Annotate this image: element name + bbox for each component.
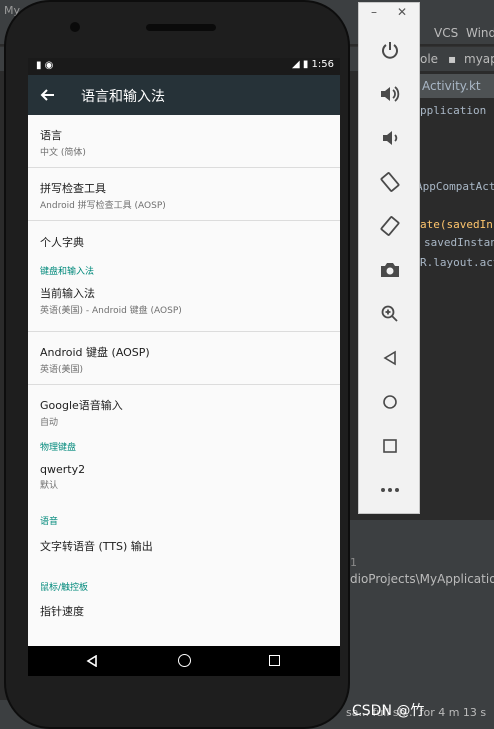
clock: 1:56: [311, 59, 334, 70]
notification-icons: ▮ ◉: [36, 60, 54, 71]
menu-vcs[interactable]: VCS: [434, 22, 458, 44]
power-icon: [382, 42, 398, 59]
front-camera: [70, 22, 80, 32]
settings-item-dictionary[interactable]: 个人字典: [28, 221, 340, 259]
nav-back-icon[interactable]: [86, 655, 98, 667]
item-title: 个人字典: [40, 236, 84, 249]
item-title: 语言: [40, 129, 62, 142]
item-summary: 英语(美国) - Android 键盘 (AOSP): [40, 306, 182, 316]
editor-tab-label: Activity.kt: [422, 79, 481, 93]
item-title: Google语音输入: [40, 399, 123, 412]
item-title: 当前输入法: [40, 287, 95, 300]
code-line: AppCompatActiv: [416, 180, 494, 193]
item-title: qwerty2: [40, 463, 86, 476]
code-line: pplication: [420, 104, 487, 117]
settings-item-current-ime[interactable]: 当前输入法 英语(美国) - Android 键盘 (AOSP): [28, 279, 340, 332]
nav-crumb-module[interactable]: ole: [420, 47, 438, 71]
power-button[interactable]: [375, 35, 405, 65]
app-bar: 语言和输入法: [28, 75, 340, 115]
phone-screen: ▮ ◉ ◢ ▮ 1:56 语言和输入法 语言 中文 (简体) 拼写检查工具 An…: [28, 58, 340, 676]
settings-item-qwerty2[interactable]: qwerty2 默认: [28, 455, 340, 509]
code-line: ate(savedInst: [420, 218, 494, 231]
emulator-toolbar: – ✕: [358, 2, 420, 514]
signal-icon: ◢: [291, 59, 300, 70]
earpiece: [146, 24, 216, 31]
section-header-speech: 语音: [40, 517, 59, 527]
item-summary: 自动: [40, 418, 59, 428]
volume-up-button[interactable]: [375, 79, 405, 109]
item-title: 拼写检查工具: [40, 182, 106, 195]
item-title: 文字转语音 (TTS) 输出: [40, 540, 153, 553]
section-header-keyboard: 键盘和输入法: [40, 267, 95, 277]
volume-down-icon: [383, 131, 398, 145]
section-header-mouse: 鼠标/触控板: [40, 583, 89, 593]
item-title: Android 键盘 (AOSP): [40, 346, 150, 359]
home-button[interactable]: [375, 387, 405, 417]
zoom-button[interactable]: [375, 299, 405, 329]
ellipsis-icon: [381, 488, 399, 492]
status-bar: ▮ ◉ ◢ ▮ 1:56: [28, 58, 340, 75]
battery-icon: ▮: [302, 59, 309, 70]
zoom-in-icon: [381, 305, 398, 322]
square-overview-icon: [383, 439, 397, 453]
more-options-button[interactable]: [375, 475, 405, 505]
camera-icon: [381, 263, 399, 277]
rotate-right-icon: [380, 216, 400, 236]
ide-bottom-panel: 1 dioProjects\MyApplication: [340, 520, 494, 700]
overview-button[interactable]: [375, 431, 405, 461]
item-summary: 默认: [40, 481, 59, 491]
nav-recents-icon[interactable]: [269, 655, 280, 666]
settings-item-spellcheck[interactable]: 拼写检查工具 Android 拼写检查工具 (AOSP): [28, 168, 340, 221]
circle-home-icon: [383, 395, 397, 409]
screenshot-button[interactable]: [375, 255, 405, 285]
folder-icon: ▪: [448, 52, 457, 66]
close-icon[interactable]: ✕: [397, 5, 407, 19]
settings-item-google-voice[interactable]: Google语音输入 自动: [28, 385, 340, 435]
section-header-physical-keyboard: 物理键盘: [40, 443, 77, 453]
rotate-right-button[interactable]: [375, 211, 405, 241]
watermark: CSDN @竹: [352, 703, 425, 719]
rotate-left-icon: [380, 172, 400, 192]
back-arrow-icon[interactable]: [38, 85, 58, 105]
settings-item-pointer-speed[interactable]: 指针速度: [28, 595, 340, 635]
settings-item-android-keyboard[interactable]: Android 键盘 (AOSP) 英语(美国): [28, 332, 340, 385]
nav-home-icon[interactable]: [178, 654, 191, 667]
volume-up-icon: [381, 86, 400, 102]
settings-list: 语言 中文 (简体) 拼写检查工具 Android 拼写检查工具 (AOSP) …: [28, 115, 340, 635]
item-title: 指针速度: [40, 605, 84, 618]
status-right: ◢ ▮ 1:56: [292, 59, 334, 70]
code-line: savedInstanc: [424, 236, 494, 249]
settings-item-tts[interactable]: 文字转语音 (TTS) 输出: [28, 529, 340, 575]
item-summary: 中文 (简体): [40, 148, 86, 158]
triangle-back-icon: [383, 350, 396, 366]
back-button[interactable]: [375, 343, 405, 373]
rotate-left-button[interactable]: [375, 167, 405, 197]
system-navigation-bar: [28, 646, 340, 676]
nav-crumb-app[interactable]: myap: [464, 47, 494, 71]
volume-down-button[interactable]: [375, 123, 405, 153]
phone-frame: ▮ ◉ ◢ ▮ 1:56 语言和输入法 语言 中文 (简体) 拼写检查工具 An…: [6, 2, 348, 727]
item-summary: 英语(美国): [40, 365, 84, 375]
panel-line-number: 1: [350, 556, 357, 569]
page-title: 语言和输入法: [81, 89, 165, 105]
minimize-icon[interactable]: –: [371, 5, 377, 19]
item-summary: Android 拼写检查工具 (AOSP): [40, 201, 166, 211]
settings-item-language[interactable]: 语言 中文 (简体): [28, 115, 340, 168]
menu-window[interactable]: Wind: [466, 22, 494, 44]
code-line: R.layout.act: [420, 256, 494, 269]
panel-path: dioProjects\MyApplication: [350, 572, 494, 586]
